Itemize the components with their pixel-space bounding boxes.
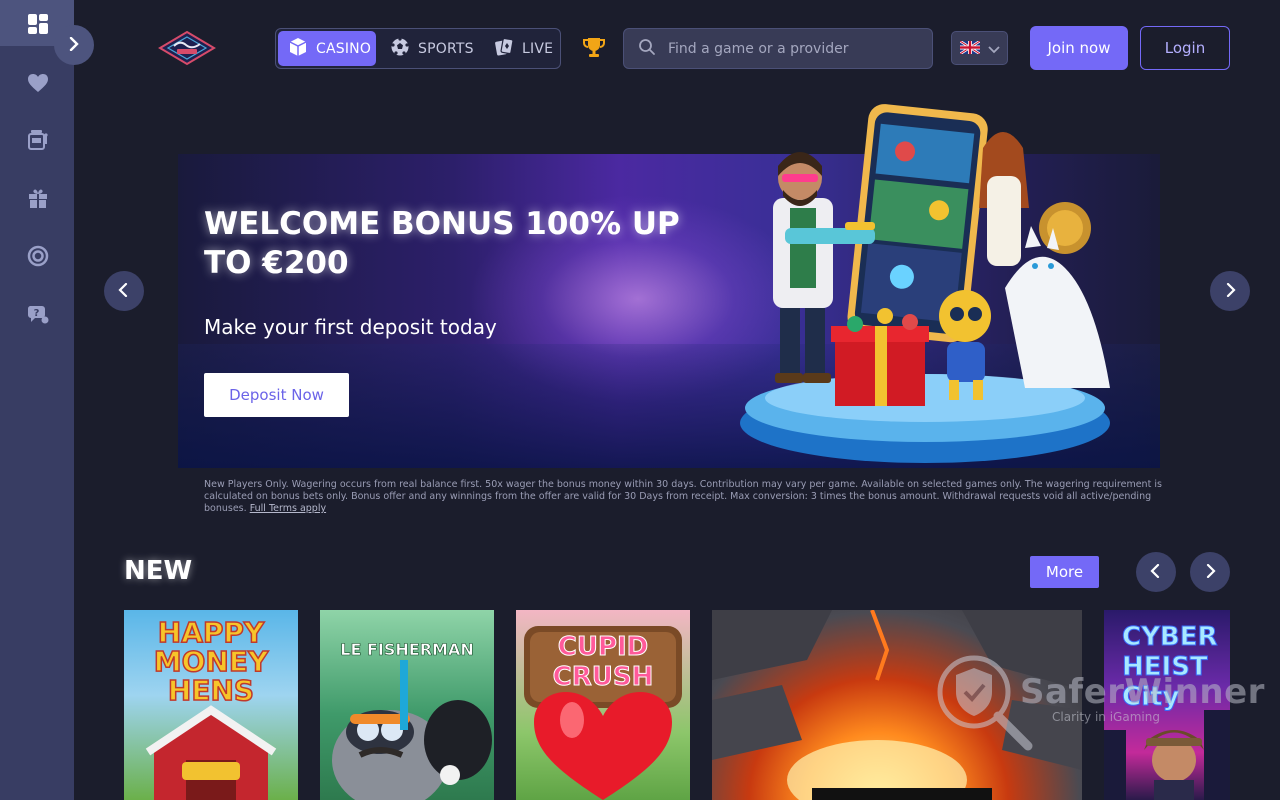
full-terms-link[interactable]: Full Terms apply bbox=[250, 503, 326, 514]
game-title: LE FISHERMAN bbox=[340, 640, 474, 660]
casino-logo[interactable] bbox=[158, 30, 216, 66]
more-button[interactable]: More bbox=[1030, 556, 1099, 588]
search-bar[interactable] bbox=[623, 28, 933, 69]
search-icon bbox=[638, 38, 656, 60]
chevron-down-icon bbox=[987, 39, 1000, 58]
soccer-ball-icon bbox=[390, 36, 410, 61]
cards-icon bbox=[494, 37, 514, 61]
game-title: CUPID CRUSH bbox=[552, 632, 654, 693]
target-icon[interactable] bbox=[25, 243, 51, 269]
support-icon[interactable]: ? bbox=[25, 301, 51, 327]
cube-icon bbox=[288, 37, 308, 61]
login-button[interactable]: Login bbox=[1140, 26, 1230, 70]
games-prev-button[interactable] bbox=[1136, 552, 1176, 592]
tab-live[interactable]: LIVE bbox=[484, 31, 563, 66]
watermark: SaferWinner Clarity in iGaming bbox=[936, 654, 1264, 754]
banner-subtitle: Make your first deposit today bbox=[204, 315, 497, 339]
watermark-tagline: Clarity in iGaming bbox=[1052, 710, 1160, 724]
banner-characters-illustration bbox=[740, 104, 1110, 463]
deposit-now-button[interactable]: Deposit Now bbox=[204, 373, 349, 417]
chevron-right-icon bbox=[67, 36, 81, 55]
game-title: HAPPY MONEY HENS bbox=[153, 616, 269, 707]
game-tile-cupid-crush[interactable]: CUPID CRUSH bbox=[516, 610, 690, 800]
watermark-title: SaferWinner bbox=[1020, 672, 1265, 712]
games-next-button[interactable] bbox=[1190, 552, 1230, 592]
search-input[interactable] bbox=[668, 40, 918, 57]
le-fisherman-art bbox=[332, 660, 492, 800]
chevron-right-icon bbox=[1224, 282, 1236, 301]
game-tile-le-fisherman[interactable]: LE FISHERMAN bbox=[320, 610, 494, 800]
join-now-button[interactable]: Join now bbox=[1030, 26, 1128, 70]
banner-next-button[interactable] bbox=[1210, 271, 1250, 311]
bonus-terms-text: New Players Only. Wagering occurs from r… bbox=[204, 479, 1162, 514]
sidebar: ? bbox=[0, 0, 74, 800]
sidebar-expand-button[interactable] bbox=[54, 25, 94, 65]
banner-title: WELCOME BONUS 100% UP TO €200 bbox=[204, 206, 680, 281]
product-tabs: CASINO SPORTS LIVE bbox=[275, 28, 561, 69]
chevron-left-icon bbox=[118, 282, 130, 301]
new-section-title: NEW bbox=[124, 556, 193, 586]
heart-icon[interactable] bbox=[25, 70, 51, 96]
tab-sports-label: SPORTS bbox=[418, 40, 474, 57]
game-tile-happy-money-hens[interactable]: HAPPY MONEY HENS bbox=[124, 610, 298, 800]
bonus-terms: New Players Only. Wagering occurs from r… bbox=[204, 479, 1174, 515]
tab-casino[interactable]: CASINO bbox=[278, 31, 376, 66]
tab-sports[interactable]: SPORTS bbox=[380, 31, 484, 66]
trophy-icon[interactable] bbox=[582, 36, 606, 60]
chevron-left-icon bbox=[1150, 563, 1162, 582]
banner-prev-button[interactable] bbox=[104, 271, 144, 311]
slot-machine-icon[interactable] bbox=[25, 127, 51, 153]
chevron-right-icon bbox=[1204, 563, 1216, 582]
tab-live-label: LIVE bbox=[522, 40, 554, 57]
tab-casino-label: CASINO bbox=[316, 40, 372, 57]
dashboard-icon[interactable] bbox=[25, 11, 51, 37]
uk-flag-icon bbox=[958, 39, 981, 58]
language-selector[interactable] bbox=[951, 31, 1008, 65]
svg-text:?: ? bbox=[34, 308, 40, 319]
gift-icon[interactable] bbox=[25, 185, 51, 211]
